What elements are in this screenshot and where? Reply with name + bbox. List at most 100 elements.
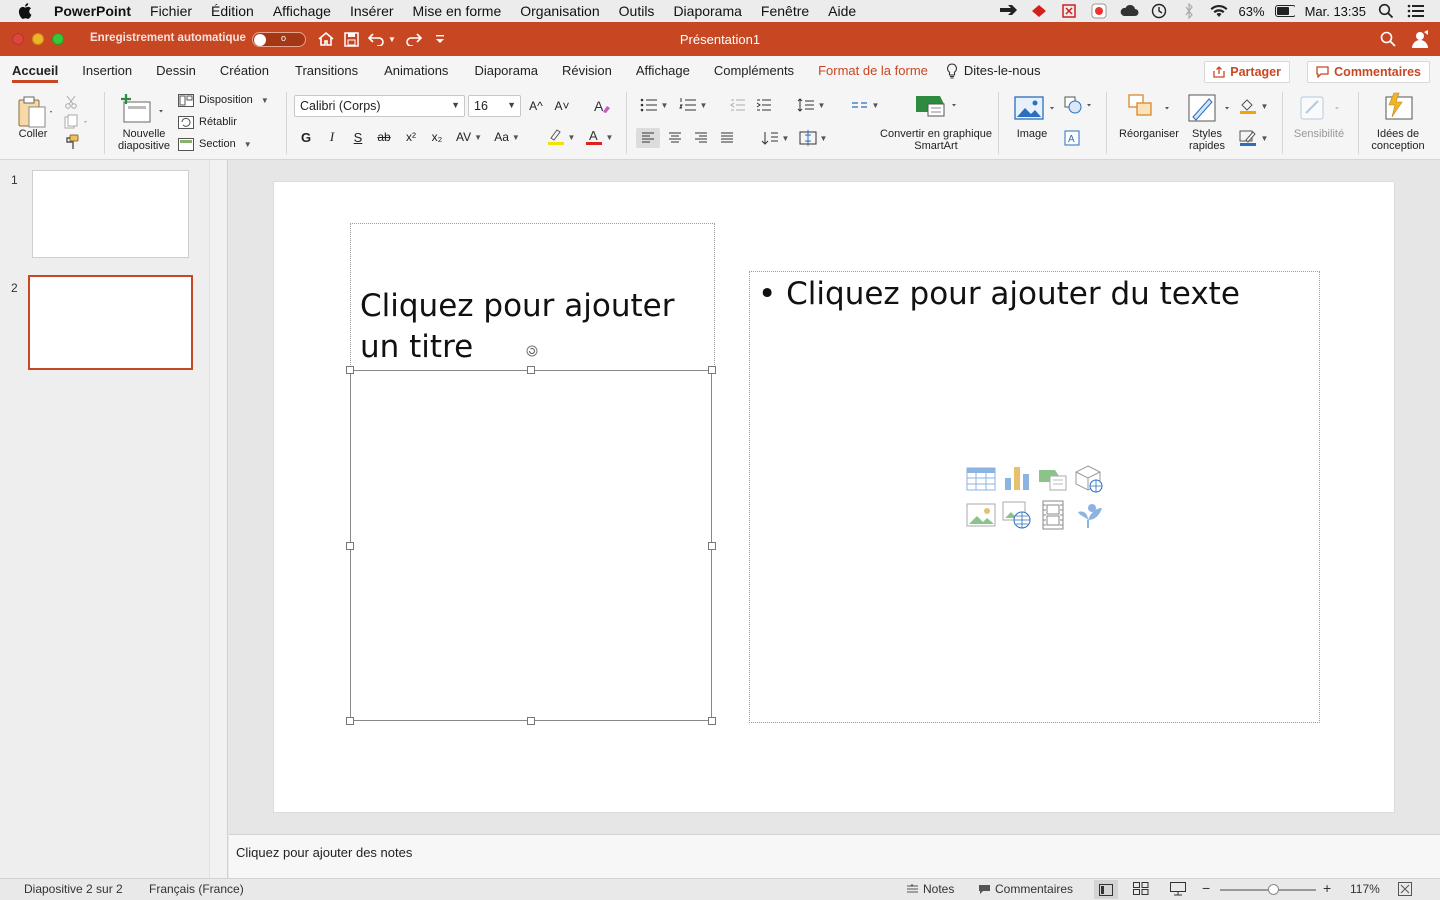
font-name-combo[interactable]: Calibri (Corps) ▼: [294, 95, 465, 117]
minimize-window-button[interactable]: [32, 33, 44, 45]
account-icon[interactable]: [1410, 29, 1430, 49]
underline-button[interactable]: S: [350, 128, 366, 146]
align-center-icon[interactable]: [664, 128, 686, 148]
cut-icon[interactable]: [62, 94, 80, 110]
tab-diaporama[interactable]: Diaporama: [474, 56, 538, 86]
resize-handle-left[interactable]: [346, 542, 354, 550]
red-diamond-icon[interactable]: [1029, 3, 1049, 19]
convert-smartart-button[interactable]: [908, 92, 962, 120]
strikethrough-button[interactable]: ab: [374, 128, 394, 146]
app-status-icon[interactable]: [1089, 3, 1109, 19]
shrink-font-button[interactable]: A˅: [552, 97, 572, 115]
layout-button[interactable]: Disposition ▼: [178, 92, 274, 108]
menu-fichier[interactable]: Fichier: [150, 3, 192, 19]
notes-toggle-button[interactable]: Notes: [906, 882, 954, 896]
zoom-out-icon[interactable]: −: [1202, 880, 1210, 896]
resize-handle-top-right[interactable]: [708, 366, 716, 374]
notes-placeholder[interactable]: Cliquez pour ajouter des notes: [236, 845, 412, 860]
menu-inserer[interactable]: Insérer: [350, 3, 394, 19]
subscript-button[interactable]: x₂: [428, 128, 446, 146]
tab-transitions[interactable]: Transitions: [295, 56, 358, 86]
fit-to-window-icon[interactable]: [1398, 882, 1412, 899]
tab-affichage[interactable]: Affichage: [636, 56, 690, 86]
apple-icon[interactable]: [18, 3, 36, 19]
zoom-window-button[interactable]: [52, 33, 64, 45]
notification-center-icon[interactable]: [1406, 3, 1426, 19]
menu-affichage[interactable]: Affichage: [273, 3, 331, 19]
wifi-icon[interactable]: [1209, 3, 1229, 19]
copy-icon[interactable]: [62, 114, 92, 130]
menu-edition[interactable]: Édition: [211, 3, 254, 19]
resize-handle-bottom-right[interactable]: [708, 717, 716, 725]
design-ideas-button[interactable]: [1376, 90, 1420, 124]
columns-button[interactable]: ▼: [848, 96, 882, 114]
insert-table-icon[interactable]: [966, 464, 996, 494]
menu-outils[interactable]: Outils: [619, 3, 655, 19]
italic-button[interactable]: I: [324, 128, 340, 146]
notes-pane[interactable]: Cliquez pour ajouter des notes: [229, 834, 1440, 878]
increase-indent-icon[interactable]: [754, 96, 774, 114]
menu-clock[interactable]: Mar. 13:35: [1305, 4, 1366, 19]
slide-thumbnail-2[interactable]: [28, 275, 193, 370]
font-color-button[interactable]: A ▼: [582, 128, 616, 146]
justify-icon[interactable]: [716, 128, 738, 148]
cloud-icon[interactable]: [1119, 3, 1139, 19]
tab-format-de-la-forme[interactable]: Format de la forme: [818, 56, 928, 86]
insert-picture-icon[interactable]: [966, 500, 996, 530]
redo-icon[interactable]: [403, 29, 423, 49]
undo-icon[interactable]: [367, 29, 387, 49]
sensitivity-button[interactable]: [1294, 92, 1344, 124]
numbering-button[interactable]: ▼: [676, 96, 710, 114]
shapes-button[interactable]: [1062, 94, 1096, 116]
bullets-button[interactable]: ▼: [638, 96, 670, 114]
language-indicator[interactable]: Français (France): [149, 882, 244, 896]
insert-video-icon[interactable]: [1038, 500, 1068, 530]
section-button[interactable]: Section ▼: [178, 136, 258, 152]
tab-creation[interactable]: Création: [220, 56, 269, 86]
slide-thumbnail-1[interactable]: [32, 170, 189, 258]
tab-insertion[interactable]: Insertion: [82, 56, 132, 86]
slide-sorter-icon[interactable]: [1133, 882, 1149, 898]
character-spacing-button[interactable]: AV ▼: [452, 128, 486, 146]
red-x-box-icon[interactable]: [1059, 3, 1079, 19]
line-spacing-button[interactable]: ▼: [794, 96, 828, 114]
insert-3d-model-icon[interactable]: [1074, 464, 1104, 494]
menu-organisation[interactable]: Organisation: [520, 3, 599, 19]
tab-animations[interactable]: Animations: [384, 56, 448, 86]
paste-button[interactable]: [12, 92, 56, 132]
share-button[interactable]: Partager: [1204, 61, 1290, 83]
insert-online-picture-icon[interactable]: [1002, 500, 1032, 530]
resize-handle-right[interactable]: [708, 542, 716, 550]
resize-handle-bottom-left[interactable]: [346, 717, 354, 725]
text-direction-button[interactable]: ▼: [758, 128, 792, 148]
rotate-handle-icon[interactable]: [526, 345, 538, 357]
spotlight-search-icon[interactable]: [1376, 3, 1396, 19]
shape-fill-button[interactable]: ▼: [1236, 96, 1270, 116]
clear-formatting-icon[interactable]: A: [592, 97, 612, 115]
change-case-button[interactable]: Aa ▼: [490, 128, 524, 146]
tab-accueil[interactable]: Accueil: [12, 56, 59, 86]
resize-handle-top-left[interactable]: [346, 366, 354, 374]
selected-shape[interactable]: [350, 370, 712, 721]
image-button[interactable]: [1012, 92, 1060, 124]
insert-smartart-icon[interactable]: [1038, 464, 1068, 494]
align-text-button[interactable]: ▼: [796, 128, 830, 148]
format-painter-icon[interactable]: [62, 134, 82, 150]
text-box-icon[interactable]: A: [1062, 128, 1082, 148]
quick-styles-button[interactable]: [1184, 92, 1234, 124]
tab-complements[interactable]: Compléments: [714, 56, 794, 86]
time-machine-icon[interactable]: [1149, 3, 1169, 19]
zoom-level[interactable]: 117%: [1350, 882, 1380, 896]
decrease-indent-icon[interactable]: [728, 96, 748, 114]
save-icon[interactable]: [341, 29, 361, 49]
thumbnail-scrollbar[interactable]: [209, 160, 227, 878]
reading-view-icon[interactable]: [1170, 882, 1186, 899]
customize-toolbar-icon[interactable]: [430, 29, 450, 49]
zoom-slider-thumb[interactable]: [1267, 884, 1279, 895]
insert-icons-icon[interactable]: [1074, 500, 1104, 530]
menu-diaporama[interactable]: Diaporama: [673, 3, 741, 19]
menu-mise-en-forme[interactable]: Mise en forme: [413, 3, 502, 19]
content-placeholder[interactable]: • Cliquez pour ajouter du texte: [749, 271, 1320, 723]
normal-view-icon[interactable]: [1094, 880, 1118, 899]
arrange-button[interactable]: [1124, 92, 1174, 124]
